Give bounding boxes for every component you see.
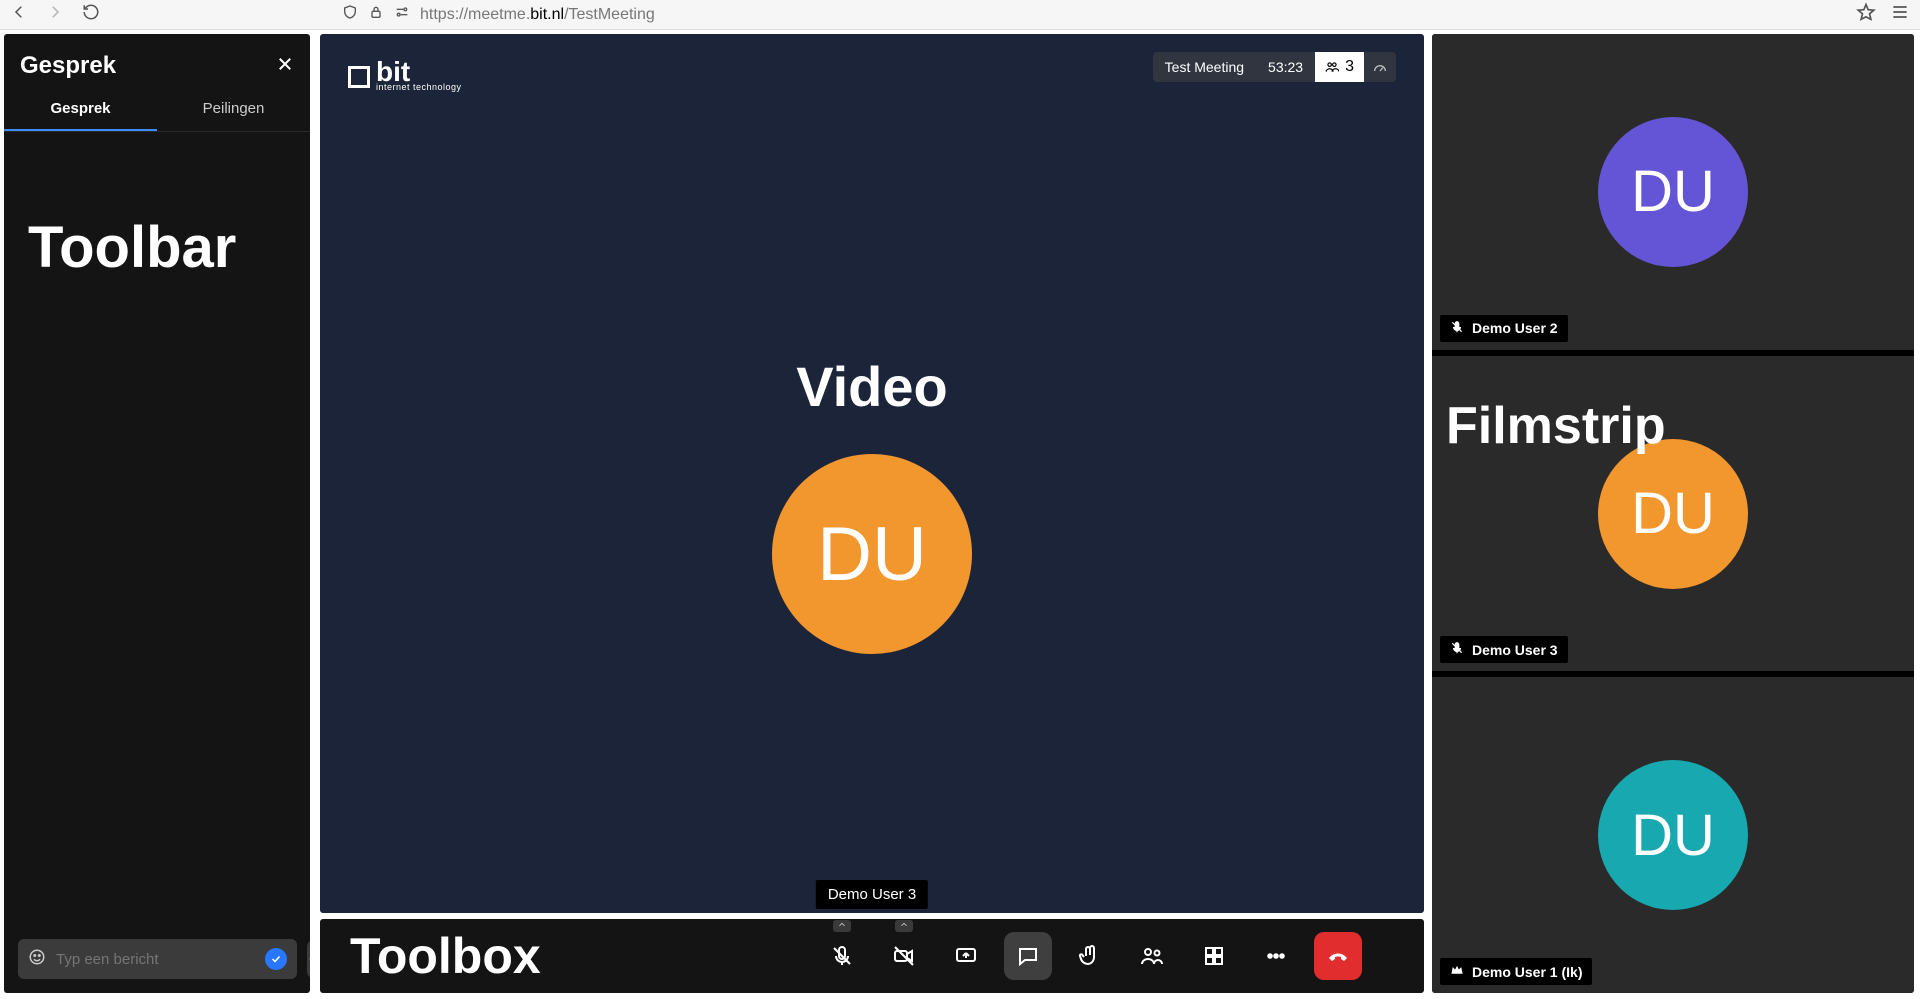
url-text: https://meetme.bit.nl/TestMeeting bbox=[420, 6, 655, 24]
hangup-button[interactable] bbox=[1314, 932, 1362, 980]
brand-logo: bit internet technology bbox=[348, 62, 462, 92]
mute-video-button[interactable] bbox=[880, 932, 928, 980]
site-settings-icon[interactable] bbox=[394, 4, 410, 25]
participant-name: Demo User 2 bbox=[1472, 320, 1558, 336]
stage-avatar: DU bbox=[772, 454, 972, 654]
chat-title: Gesprek bbox=[20, 52, 116, 80]
send-message-button[interactable] bbox=[307, 939, 310, 979]
muted-mic-icon bbox=[1450, 641, 1464, 658]
participant-name: Demo User 3 bbox=[1472, 642, 1558, 658]
video-stage: bit internet technology Test Meeting 53:… bbox=[320, 34, 1424, 913]
nav-forward-icon[interactable] bbox=[46, 3, 64, 26]
logo-subtext: internet technology bbox=[376, 82, 462, 92]
shield-icon bbox=[342, 4, 358, 25]
mute-audio-button[interactable] bbox=[818, 932, 866, 980]
nav-back-icon[interactable] bbox=[10, 3, 28, 26]
overlay-label-video: Video bbox=[796, 354, 947, 419]
filmstrip-panel: Filmstrip DUDemo User 2DUDemo User 3DUDe… bbox=[1432, 34, 1914, 993]
chat-message-input[interactable] bbox=[56, 951, 255, 968]
raise-hand-button[interactable] bbox=[1066, 932, 1114, 980]
filmstrip-tile[interactable]: DU Demo User 1 (Ik) bbox=[1432, 677, 1914, 993]
participants-count: 3 bbox=[1345, 58, 1354, 76]
share-screen-button[interactable] bbox=[942, 932, 990, 980]
tab-polls[interactable]: Peilingen bbox=[157, 88, 310, 131]
performance-button[interactable] bbox=[1364, 52, 1396, 82]
hamburger-menu-icon[interactable] bbox=[1890, 2, 1910, 27]
filmstrip-tile[interactable]: DU Demo User 3 bbox=[1432, 356, 1914, 672]
participant-avatar: DU bbox=[1598, 117, 1748, 267]
overlay-label-toolbox: Toolbox bbox=[350, 927, 541, 985]
overlay-label-toolbar: Toolbar bbox=[28, 214, 236, 281]
participant-avatar: DU bbox=[1598, 439, 1748, 589]
stage-speaker-name: Demo User 3 bbox=[816, 880, 928, 909]
confirm-icon[interactable] bbox=[265, 948, 287, 970]
chat-panel: Gesprek Gesprek Peilingen Toolbar bbox=[4, 34, 310, 993]
meeting-info-pill: Test Meeting 53:23 3 bbox=[1153, 52, 1396, 82]
browser-toolbar: https://meetme.bit.nl/TestMeeting bbox=[0, 0, 1920, 30]
moderator-crown-icon bbox=[1450, 963, 1464, 980]
filmstrip-tile[interactable]: DU Demo User 2 bbox=[1432, 34, 1914, 350]
participants-button[interactable]: 3 bbox=[1315, 52, 1364, 82]
address-bar[interactable]: https://meetme.bit.nl/TestMeeting bbox=[112, 4, 1844, 25]
bookmark-icon[interactable] bbox=[1856, 2, 1876, 27]
meeting-duration: 53:23 bbox=[1256, 52, 1315, 82]
participants-panel-button[interactable] bbox=[1128, 932, 1176, 980]
call-toolbar bbox=[818, 932, 1362, 980]
muted-mic-icon bbox=[1450, 320, 1464, 337]
toolbox-panel: Toolbox bbox=[320, 919, 1424, 993]
logo-text: bit bbox=[376, 62, 462, 82]
nav-reload-icon[interactable] bbox=[82, 3, 100, 26]
participant-name-badge: Demo User 2 bbox=[1440, 315, 1568, 342]
chat-input-container bbox=[18, 939, 297, 979]
tab-chat[interactable]: Gesprek bbox=[4, 88, 157, 131]
chat-tabs: Gesprek Peilingen bbox=[4, 88, 310, 132]
participant-name-badge: Demo User 1 (Ik) bbox=[1440, 958, 1592, 985]
tile-view-button[interactable] bbox=[1190, 932, 1238, 980]
meeting-name: Test Meeting bbox=[1153, 52, 1256, 82]
logo-square-icon bbox=[348, 66, 370, 88]
participant-avatar: DU bbox=[1598, 760, 1748, 910]
participant-name: Demo User 1 (Ik) bbox=[1472, 964, 1582, 980]
open-chat-button[interactable] bbox=[1004, 932, 1052, 980]
more-actions-button[interactable] bbox=[1252, 932, 1300, 980]
lock-icon bbox=[368, 4, 384, 25]
close-chat-button[interactable] bbox=[276, 55, 294, 78]
participant-name-badge: Demo User 3 bbox=[1440, 636, 1568, 663]
emoji-icon[interactable] bbox=[28, 948, 46, 971]
